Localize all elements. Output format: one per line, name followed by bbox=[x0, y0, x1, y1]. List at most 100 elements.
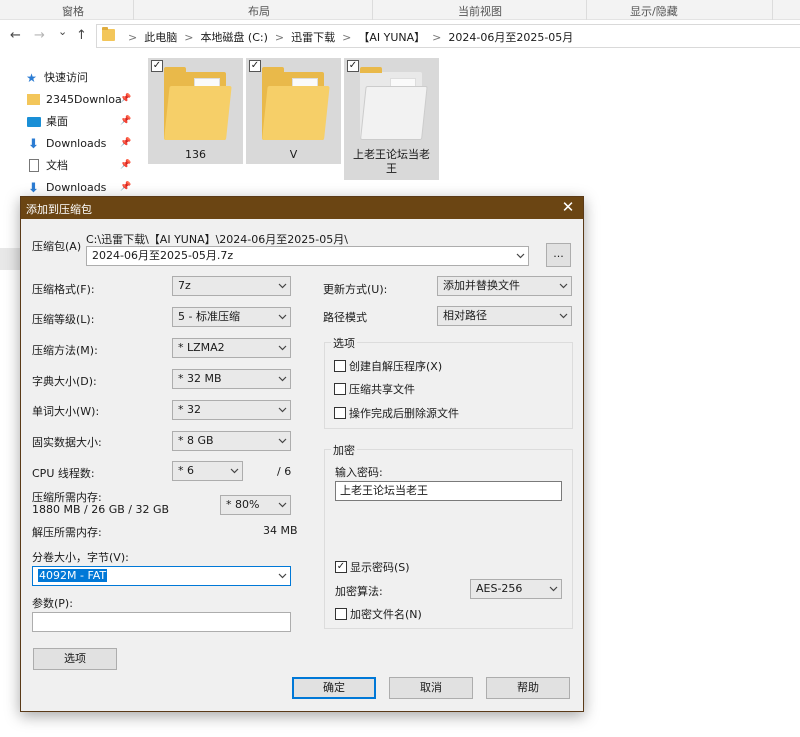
show-password-checkbox[interactable]: ✓ 显示密码(S) bbox=[335, 559, 410, 575]
forward-arrow-icon[interactable]: → bbox=[34, 28, 45, 43]
encryption-method-select[interactable]: AES-256 bbox=[470, 579, 562, 599]
recent-locations-icon[interactable]: ⌄ bbox=[58, 25, 67, 38]
chevron-down-icon[interactable] bbox=[278, 571, 287, 580]
compress-shared-checkbox[interactable]: 压缩共享文件 bbox=[334, 381, 415, 397]
pane-splitter[interactable] bbox=[0, 248, 20, 270]
folder-icon bbox=[360, 67, 428, 140]
sidebar-item-documents[interactable]: 文档 bbox=[26, 156, 68, 174]
help-button[interactable]: 帮助 bbox=[486, 677, 570, 699]
ribbon-tab-pane[interactable]: 窗格 bbox=[62, 3, 84, 19]
dictionary-value: * 32 MB bbox=[178, 372, 222, 385]
sidebar-item-desktop[interactable]: 桌面 bbox=[26, 112, 68, 130]
path-mode-label: 路径模式 bbox=[323, 311, 367, 324]
chevron-down-icon bbox=[278, 436, 287, 445]
ribbon-tab-show-hide[interactable]: 显示/隐藏 bbox=[630, 3, 678, 19]
show-password-label: 显示密码(S) bbox=[350, 561, 410, 574]
format-select[interactable]: 7z bbox=[172, 276, 291, 296]
sidebar-item-downloads[interactable]: ⬇ Downloads bbox=[26, 134, 106, 152]
pin-icon[interactable]: 📌 bbox=[120, 160, 131, 170]
chevron-down-icon bbox=[278, 500, 287, 509]
chevron-down-icon bbox=[559, 281, 568, 290]
folder-tile-laowang[interactable]: ✓ 上老王论坛当老王 bbox=[344, 58, 439, 180]
address-bar[interactable]: > 此电脑 > 本地磁盘 (C:) > 迅雷下载 > 【AI YUNA】 > 2… bbox=[96, 24, 800, 48]
path-mode-value: 相对路径 bbox=[443, 309, 487, 322]
folder-tile-136[interactable]: ✓ 136 bbox=[148, 58, 243, 164]
breadcrumb-date-range[interactable]: 2024-06月至2025-05月 bbox=[448, 29, 573, 45]
breadcrumb-separator: > bbox=[184, 30, 194, 44]
sidebar-item-label: 2345Downloa bbox=[46, 92, 122, 106]
checkbox-box bbox=[335, 608, 347, 620]
solid-size-select[interactable]: * 8 GB bbox=[172, 431, 291, 451]
chevron-down-icon bbox=[549, 584, 558, 593]
folder-icon bbox=[262, 67, 330, 140]
ok-button[interactable]: 确定 bbox=[292, 677, 376, 699]
update-mode-label: 更新方式(U): bbox=[323, 283, 388, 296]
close-icon[interactable]: ✕ bbox=[559, 198, 577, 216]
dictionary-label: 字典大小(D): bbox=[32, 375, 97, 388]
up-arrow-icon[interactable]: ↑ bbox=[76, 28, 87, 43]
folder-name: 136 bbox=[185, 148, 206, 161]
breadcrumb-separator: > bbox=[342, 30, 352, 44]
breadcrumb-ai-yuna[interactable]: 【AI YUNA】 bbox=[358, 29, 425, 45]
memory-usage-select[interactable]: * 80% bbox=[220, 495, 291, 515]
folder-tile-v[interactable]: ✓ V bbox=[246, 58, 341, 164]
memory-usage-value: * 80% bbox=[226, 498, 260, 511]
word-size-select[interactable]: * 32 bbox=[172, 400, 291, 420]
breadcrumb-separator: > bbox=[274, 30, 285, 44]
ribbon-tab-layout[interactable]: 布局 bbox=[248, 3, 270, 19]
archive-label: 压缩包(A) bbox=[32, 240, 82, 253]
browse-button[interactable]: ... bbox=[546, 243, 571, 267]
breadcrumb-thunder-downloads[interactable]: 迅雷下载 bbox=[291, 29, 335, 45]
create-sfx-label: 创建自解压程序(X) bbox=[349, 360, 443, 373]
ribbon-tab-current-view[interactable]: 当前视图 bbox=[458, 3, 502, 19]
cancel-button[interactable]: 取消 bbox=[389, 677, 473, 699]
dictionary-select[interactable]: * 32 MB bbox=[172, 369, 291, 389]
format-label: 压缩格式(F): bbox=[32, 283, 95, 296]
update-mode-value: 添加并替换文件 bbox=[443, 279, 520, 292]
folder-icon bbox=[102, 27, 115, 41]
breadcrumb-local-disk[interactable]: 本地磁盘 (C:) bbox=[200, 29, 267, 45]
pin-icon[interactable]: 📌 bbox=[120, 138, 131, 148]
pin-icon[interactable]: 📌 bbox=[120, 94, 131, 104]
pin-icon[interactable]: 📌 bbox=[120, 182, 131, 192]
create-sfx-checkbox[interactable]: 创建自解压程序(X) bbox=[334, 358, 442, 374]
folder-checkbox[interactable]: ✓ bbox=[249, 60, 261, 72]
solid-size-label: 固实数据大小: bbox=[32, 436, 102, 449]
update-mode-select[interactable]: 添加并替换文件 bbox=[437, 276, 572, 296]
word-size-label: 单词大小(W): bbox=[32, 405, 100, 418]
archive-path: C:\迅雷下载\【AI YUNA】\2024-06月至2025-05月\ bbox=[86, 233, 348, 246]
archive-name-combo[interactable]: 2024-06月至2025-05月.7z bbox=[86, 246, 529, 266]
dialog-titlebar[interactable]: 添加到压缩包 ✕ bbox=[21, 197, 583, 219]
navigation-pane: ★ 快速访问 2345Downloa 📌 桌面 📌 ⬇ Downloads 📌 … bbox=[0, 60, 136, 200]
pin-icon[interactable]: 📌 bbox=[120, 116, 131, 126]
archive-name-value: 2024-06月至2025-05月.7z bbox=[92, 249, 234, 262]
password-label: 输入密码: bbox=[335, 466, 383, 479]
split-size-combo[interactable]: 4092M - FAT bbox=[32, 566, 291, 586]
sidebar-item-2345downloads[interactable]: 2345Downloa bbox=[26, 90, 122, 108]
sidebar-item-quick-access[interactable]: ★ 快速访问 bbox=[24, 68, 88, 86]
method-select[interactable]: * LZMA2 bbox=[172, 338, 291, 358]
folder-checkbox[interactable]: ✓ bbox=[151, 60, 163, 72]
breadcrumb-separator: > bbox=[128, 30, 138, 44]
options-button[interactable]: 选项 bbox=[33, 648, 117, 670]
star-icon: ★ bbox=[26, 70, 37, 85]
cpu-threads-value: * 6 bbox=[178, 464, 194, 477]
folder-icon bbox=[26, 93, 41, 106]
method-value: * LZMA2 bbox=[178, 341, 225, 354]
encryption-method-label: 加密算法: bbox=[335, 585, 383, 598]
delete-after-checkbox[interactable]: 操作完成后删除源文件 bbox=[334, 405, 459, 421]
sidebar-item-downloads-2[interactable]: ⬇ Downloads bbox=[26, 178, 106, 196]
chevron-down-icon[interactable] bbox=[516, 251, 525, 260]
chevron-down-icon bbox=[278, 312, 287, 321]
download-icon: ⬇ bbox=[28, 180, 39, 196]
encrypt-filenames-checkbox[interactable]: 加密文件名(N) bbox=[335, 606, 422, 622]
back-arrow-icon[interactable]: ← bbox=[10, 28, 21, 43]
breadcrumb-this-pc[interactable]: 此电脑 bbox=[144, 29, 177, 45]
password-input[interactable]: 上老王论坛当老王 bbox=[335, 481, 562, 501]
level-select[interactable]: 5 - 标准压缩 bbox=[172, 307, 291, 327]
folder-checkbox[interactable]: ✓ bbox=[347, 60, 359, 72]
cpu-threads-select[interactable]: * 6 bbox=[172, 461, 243, 481]
path-mode-select[interactable]: 相对路径 bbox=[437, 306, 572, 326]
chevron-down-icon bbox=[278, 405, 287, 414]
parameters-input[interactable] bbox=[32, 612, 291, 632]
